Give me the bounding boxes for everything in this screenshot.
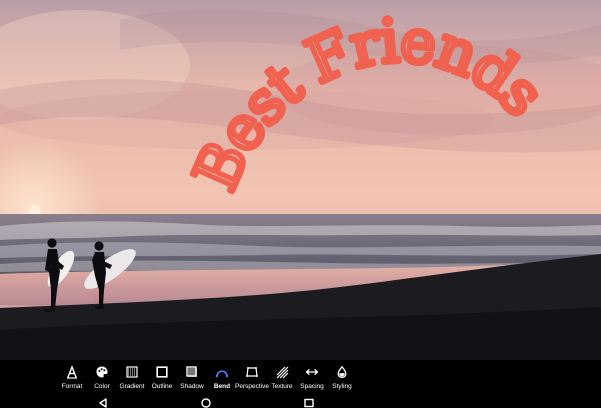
gradient-icon [125,365,139,379]
tool-shadow-button[interactable]: Shadow [177,360,207,391]
outline-square-icon [155,365,169,379]
tool-label: Format [61,383,83,390]
tool-label: Gradient [119,383,145,390]
styling-drop-icon [335,365,349,379]
recents-icon[interactable] [302,398,316,408]
tool-bend-button[interactable]: Bend [207,360,237,391]
tool-label: Texture [271,383,293,390]
text-style-toolbar: Format Color Gradient Outline Shadow Bend Pers… [0,360,601,396]
tool-texture-button[interactable]: Texture [267,360,297,391]
text-editor-screen: Best Friends Format Color Gradient Outline S… [0,0,601,408]
tool-label: Perspective [235,383,269,390]
tool-label: Shadow [180,383,204,390]
home-icon[interactable] [199,398,213,408]
beach-sunset-image [0,0,601,360]
tool-format-button[interactable]: Format [57,360,87,391]
shadow-square-icon [185,365,199,379]
tool-perspective-button[interactable]: Perspective [235,360,269,391]
tool-label: Bend [213,383,231,390]
format-text-icon [65,365,79,379]
tool-label: Spacing [300,383,324,390]
back-icon[interactable] [96,398,110,408]
perspective-icon [245,365,259,379]
tool-label: Outline [151,383,173,390]
tool-styling-button[interactable]: Styling [327,360,357,391]
tool-label: Styling [332,383,352,390]
spacing-arrows-icon [305,365,319,379]
tool-gradient-button[interactable]: Gradient [117,360,147,391]
tool-color-button[interactable]: Color [87,360,117,391]
tool-label: Color [94,383,110,390]
palette-icon [95,365,109,379]
android-navigation-bar [0,396,601,408]
tool-outline-button[interactable]: Outline [147,360,177,391]
beach-background-photo: Best Friends [0,0,601,360]
bend-arc-icon [215,365,229,379]
texture-icon [275,365,289,379]
tool-spacing-button[interactable]: Spacing [297,360,327,391]
